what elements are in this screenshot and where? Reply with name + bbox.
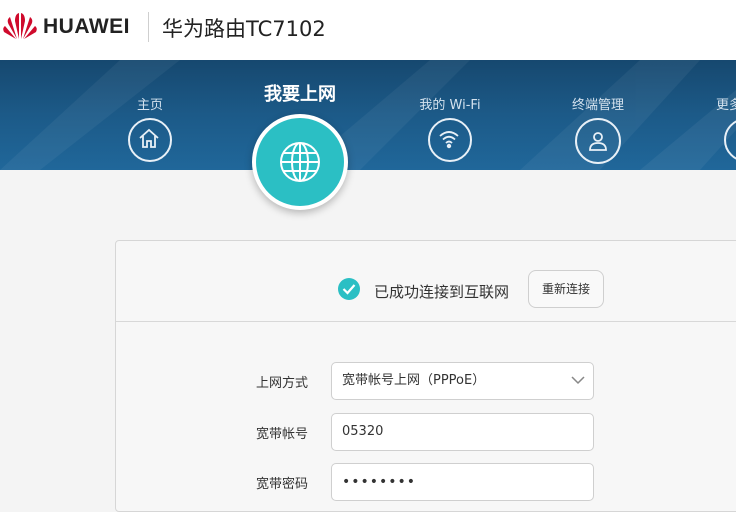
reconnect-button[interactable]: 重新连接 bbox=[528, 270, 604, 308]
huawei-logo-icon bbox=[3, 13, 37, 39]
nav-item-wifi[interactable]: 我的 Wi-Fi bbox=[400, 60, 500, 170]
nav-item-more[interactable]: 更多 bbox=[706, 60, 736, 170]
globe-icon bbox=[280, 142, 320, 182]
nav-item-internet-active[interactable] bbox=[252, 114, 348, 210]
broadband-password-input[interactable]: •••••••• bbox=[331, 463, 594, 501]
nav-label-home: 主页 bbox=[136, 98, 163, 113]
success-check-icon bbox=[338, 278, 360, 300]
nav-band: 主页 我的 Wi-Fi 终端管理 更多 bbox=[0, 60, 736, 170]
nav-label-wifi: 我的 Wi-Fi bbox=[419, 98, 481, 113]
connection-mode-label: 上网方式 bbox=[256, 376, 309, 391]
user-icon bbox=[575, 118, 621, 164]
nav-item-devices[interactable]: 终端管理 bbox=[548, 60, 648, 170]
home-icon bbox=[128, 118, 172, 162]
broadband-password-label: 宽带密码 bbox=[256, 477, 309, 492]
nav-label-internet[interactable]: 我要上网 bbox=[250, 80, 350, 106]
connection-status-text: 已成功连接到互联网 bbox=[374, 283, 510, 301]
broadband-account-label: 宽带帐号 bbox=[256, 427, 309, 442]
internet-settings-panel: 已成功连接到互联网 重新连接 上网方式 宽带帐号上网（PPPoE） 宽带帐号 0… bbox=[115, 240, 736, 512]
more-icon bbox=[724, 118, 736, 162]
wifi-icon bbox=[428, 118, 472, 162]
top-bar: HUAWEI 华为路由TC7102 bbox=[0, 0, 736, 60]
nav-label-more: 更多 bbox=[716, 98, 736, 113]
header-divider bbox=[148, 12, 149, 42]
chevron-down-icon bbox=[571, 376, 585, 385]
status-divider bbox=[116, 321, 736, 322]
nav-label-devices: 终端管理 bbox=[571, 98, 624, 113]
brand-name: HUAWEI bbox=[43, 15, 130, 38]
broadband-account-input[interactable]: 05320 bbox=[331, 413, 594, 451]
connection-mode-select[interactable]: 宽带帐号上网（PPPoE） bbox=[331, 362, 594, 400]
connection-mode-value: 宽带帐号上网（PPPoE） bbox=[342, 373, 486, 388]
nav-item-home[interactable]: 主页 bbox=[110, 60, 190, 170]
router-title: 华为路由TC7102 bbox=[162, 17, 326, 41]
